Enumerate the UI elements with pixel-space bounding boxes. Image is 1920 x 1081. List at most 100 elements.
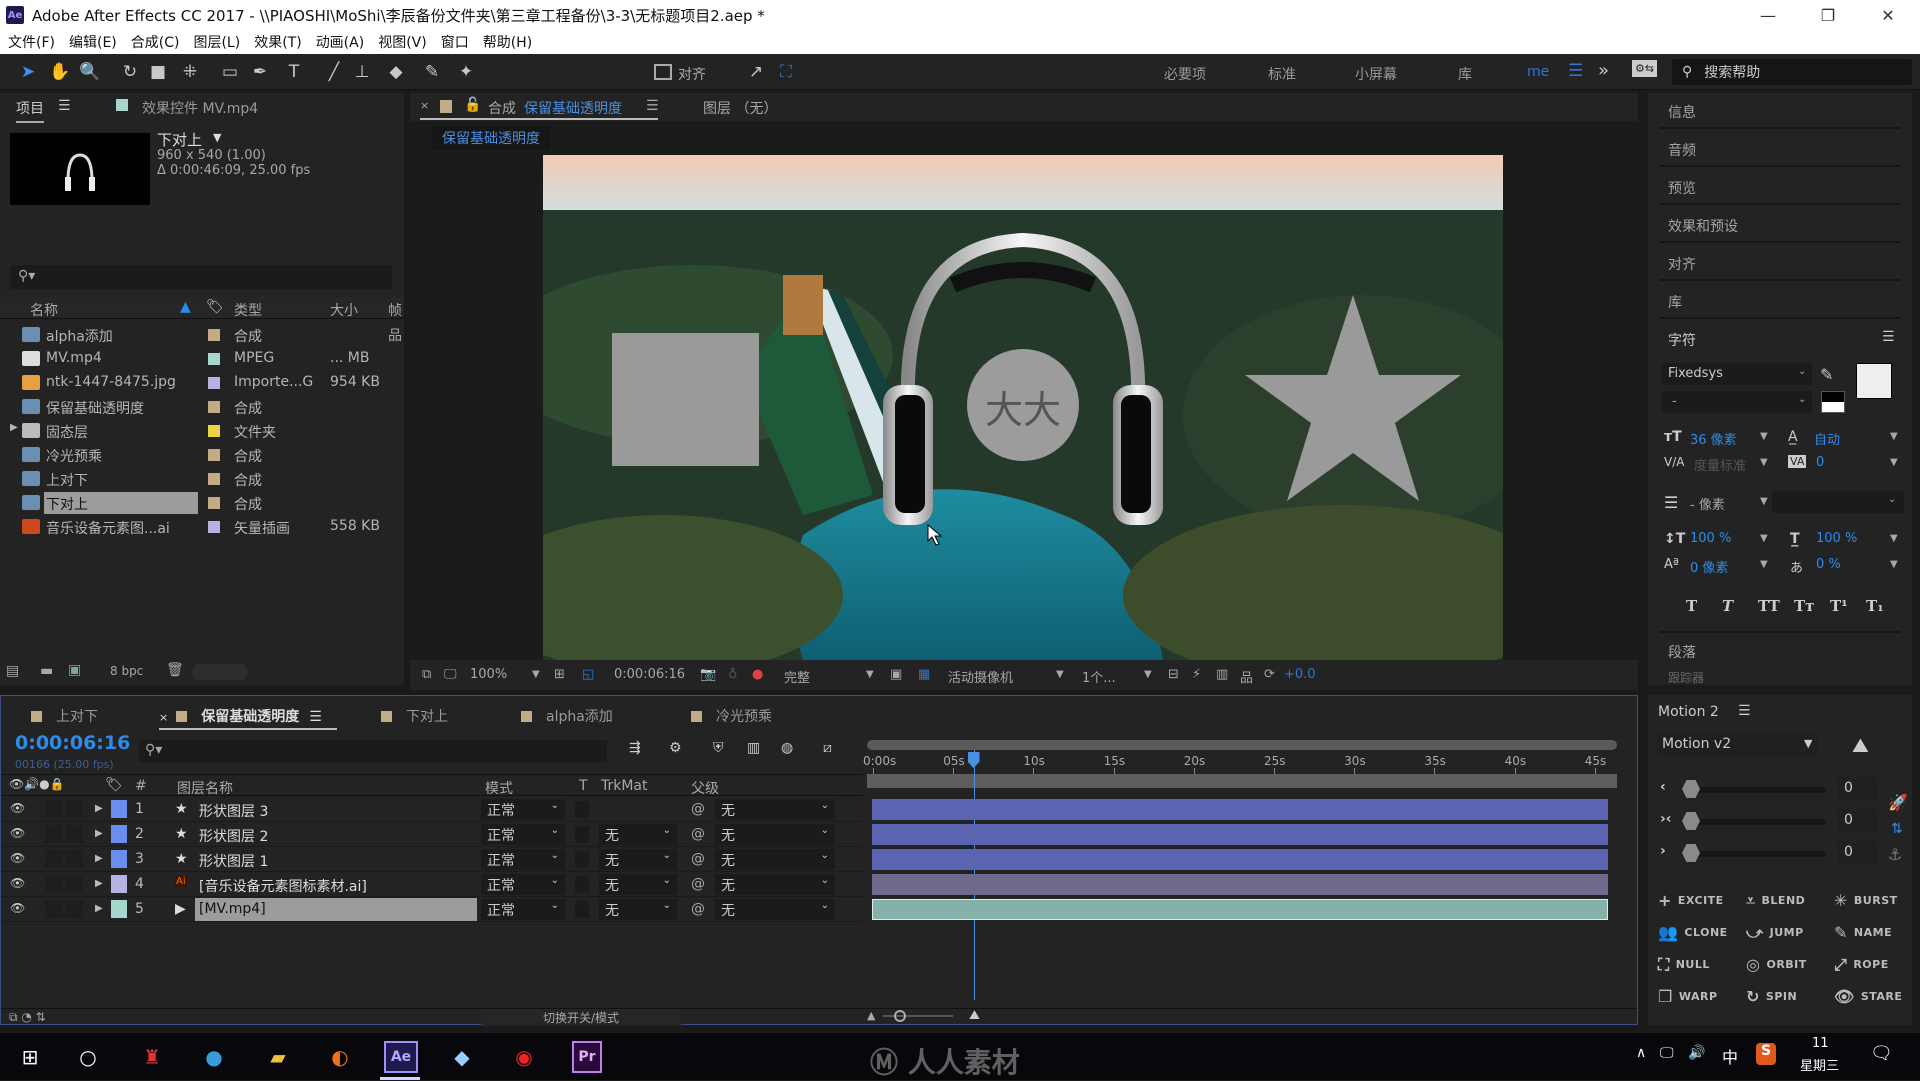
resolution-dropdown-icon[interactable]: ▼ <box>866 669 874 680</box>
selected-item-dropdown-icon[interactable]: ▼ <box>213 131 221 144</box>
time-navigator[interactable] <box>867 774 1617 788</box>
workspace-essentials[interactable]: 必要项 <box>1164 64 1206 84</box>
layer-search-input[interactable]: ⚲▾ <box>139 740 607 762</box>
app-icon-2[interactable]: ● <box>198 1041 230 1073</box>
app-icon-1[interactable]: ♜ <box>136 1041 168 1073</box>
column-frame[interactable]: 帧 <box>388 300 402 320</box>
tab-menu-icon[interactable]: ☰ <box>309 709 322 725</box>
layer-name[interactable]: 形状图层 2 <box>199 826 268 846</box>
motion-stare-button[interactable]: 👁 STARE <box>1834 987 1902 1006</box>
layer-row[interactable]: 👁 ▶ 2 ★ 形状图层 2 正常 ⌄ 无 ⌄ @ 无 ⌄ <box>1 822 863 847</box>
leading-dropdown-icon[interactable]: ▼ <box>1890 431 1898 442</box>
close-tab-icon[interactable]: × <box>420 99 429 112</box>
blend-mode-select[interactable]: 正常 ⌄ <box>481 849 565 870</box>
transparency-checker-icon[interactable]: ▦ <box>918 667 930 682</box>
layer-viewer-tab[interactable]: 图层 （无） <box>703 98 777 118</box>
pick-whip-icon[interactable]: @ <box>691 826 705 842</box>
menu-help[interactable]: 帮助(H) <box>483 32 532 52</box>
toggle-pixel-aspect-icon[interactable]: ⊟ <box>1168 667 1179 682</box>
label-color-swatch[interactable] <box>111 900 127 918</box>
action-center-icon[interactable]: 🗨 <box>1870 1043 1893 1064</box>
motion-warp-button[interactable]: ❐ WARP <box>1658 987 1718 1006</box>
parent-select[interactable]: 无 ⌄ <box>715 899 835 920</box>
new-folder-icon[interactable]: ▬ <box>40 663 53 679</box>
project-zoom-slider[interactable] <box>192 664 248 680</box>
label-color-swatch[interactable] <box>208 521 220 533</box>
snapshot-icon[interactable]: 📷 <box>700 667 716 682</box>
cortana-icon[interactable]: ○ <box>72 1041 104 1073</box>
transparency-grid-icon[interactable]: ◱ <box>582 667 594 682</box>
text-style-button[interactable]: T <box>1686 597 1697 615</box>
menu-window[interactable]: 窗口 <box>441 32 469 52</box>
gray-rectangle-shape[interactable] <box>612 333 759 466</box>
project-item[interactable]: ▶ 固态层 文件夹 <box>0 419 404 443</box>
lock-switch[interactable] <box>65 825 83 843</box>
lock-switch[interactable] <box>65 900 83 918</box>
view-layout-dropdown-icon[interactable]: ▼ <box>1144 669 1152 680</box>
blend-mode-select[interactable]: 正常 ⌄ <box>481 899 565 920</box>
pen-tool-icon[interactable]: ✒ <box>248 60 272 84</box>
search-help-input[interactable]: ⚲ 搜索帮助 <box>1672 59 1912 85</box>
file-explorer-icon[interactable]: ▰ <box>262 1041 294 1073</box>
selected-item-name[interactable]: 下对上 <box>157 129 202 150</box>
label-color-swatch[interactable] <box>208 401 220 413</box>
zoom-in-icon[interactable]: ⛰ <box>969 1008 980 1023</box>
selection-tool-icon[interactable]: ➤ <box>16 60 40 84</box>
layer-row[interactable]: 👁 ▶ 5 ▶ [MV.mp4] 正常 ⌄ 无 ⌄ @ 无 ⌄ <box>1 897 863 922</box>
tracking-dropdown-icon[interactable]: ▼ <box>1890 457 1898 468</box>
current-time[interactable]: 0:00:06:16 <box>15 732 130 754</box>
preserve-transparency-toggle[interactable] <box>575 901 589 918</box>
close-tab-icon[interactable]: × <box>159 711 168 724</box>
zoom-dropdown-icon[interactable]: ▼ <box>532 669 540 680</box>
stroke-width-dropdown-icon[interactable]: ▼ <box>1760 496 1768 507</box>
horizontal-scale-dropdown-icon[interactable]: ▼ <box>1890 533 1898 544</box>
tsume-value[interactable]: 0 % <box>1816 557 1841 572</box>
layer-row[interactable]: 👁 ▶ 3 ★ 形状图层 1 正常 ⌄ 无 ⌄ @ 无 ⌄ <box>1 847 863 872</box>
slider-knob[interactable] <box>1682 812 1700 830</box>
eye-visibility-icon[interactable]: 👁 <box>10 801 25 815</box>
project-item[interactable]: 保留基础透明度 合成 <box>0 395 404 419</box>
eye-visibility-icon[interactable]: 👁 <box>10 851 25 865</box>
show-snapshot-icon[interactable]: ♁ <box>728 667 738 682</box>
fast-previews-icon[interactable]: ⚡ <box>1192 667 1201 682</box>
motion-panel-title[interactable]: Motion 2 <box>1658 704 1719 720</box>
bit-depth[interactable]: 8 bpc <box>110 664 143 678</box>
app-icon-3[interactable]: ◆ <box>446 1041 478 1073</box>
maximize-button[interactable]: ❐ <box>1800 0 1856 30</box>
label-color-swatch[interactable] <box>208 473 220 485</box>
grid-guide-icon[interactable]: ⊞ <box>554 667 565 682</box>
vertical-scale-dropdown-icon[interactable]: ▼ <box>1760 533 1768 544</box>
motion-burst-button[interactable]: ✳ BURST <box>1834 891 1898 910</box>
blend-mode-select[interactable]: 正常 ⌄ <box>481 799 565 820</box>
parent-select[interactable]: 无 ⌄ <box>715 799 835 820</box>
clock-day[interactable]: 星期三 <box>1800 1055 1839 1074</box>
label-color-swatch[interactable] <box>111 825 127 843</box>
timeline-tab[interactable]: alpha添加 <box>521 706 613 726</box>
type-tool-icon[interactable]: T <box>282 60 306 84</box>
menu-effect[interactable]: 效果(T) <box>254 32 301 52</box>
close-button[interactable]: ✕ <box>1860 0 1916 30</box>
frame-blending-icon[interactable]: ▥ <box>747 740 760 756</box>
parent-select[interactable]: 无 ⌄ <box>715 874 835 895</box>
blend-mode-select[interactable]: 正常 ⌄ <box>481 874 565 895</box>
kerning-value[interactable]: 度量标准 <box>1694 455 1746 474</box>
label-color-swatch[interactable] <box>208 377 220 389</box>
ime-indicator[interactable]: 中 <box>1722 1044 1738 1068</box>
stroke-width-value[interactable]: - 像素 <box>1690 494 1725 513</box>
layer-row[interactable]: 👁 ▶ 4 Ai [音乐设备元素图标素材.ai] 正常 ⌄ 无 ⌄ @ 无 ⌄ <box>1 872 863 897</box>
workspace-library[interactable]: 库 <box>1458 64 1472 84</box>
menu-layer[interactable]: 图层(L) <box>193 32 240 52</box>
expand-arrow-icon[interactable]: ▶ <box>10 422 18 433</box>
audio-switch[interactable] <box>45 900 63 918</box>
rectangle-tool-icon[interactable]: ▭ <box>218 60 242 84</box>
always-preview-icon[interactable]: ⧉ <box>422 667 431 682</box>
audio-switch[interactable] <box>45 825 63 843</box>
exposure-value[interactable]: +0.0 <box>1284 667 1316 682</box>
resolution-select[interactable]: 完整 <box>784 667 810 686</box>
pick-whip-icon[interactable]: @ <box>691 851 705 867</box>
browser-icon[interactable]: ◐ <box>324 1041 356 1073</box>
slider-value[interactable]: 0 <box>1838 809 1878 833</box>
channels-icon[interactable]: ● <box>752 667 763 682</box>
slider-value[interactable]: 0 <box>1838 841 1878 865</box>
timeline-tab[interactable]: 下对上 <box>381 706 448 726</box>
